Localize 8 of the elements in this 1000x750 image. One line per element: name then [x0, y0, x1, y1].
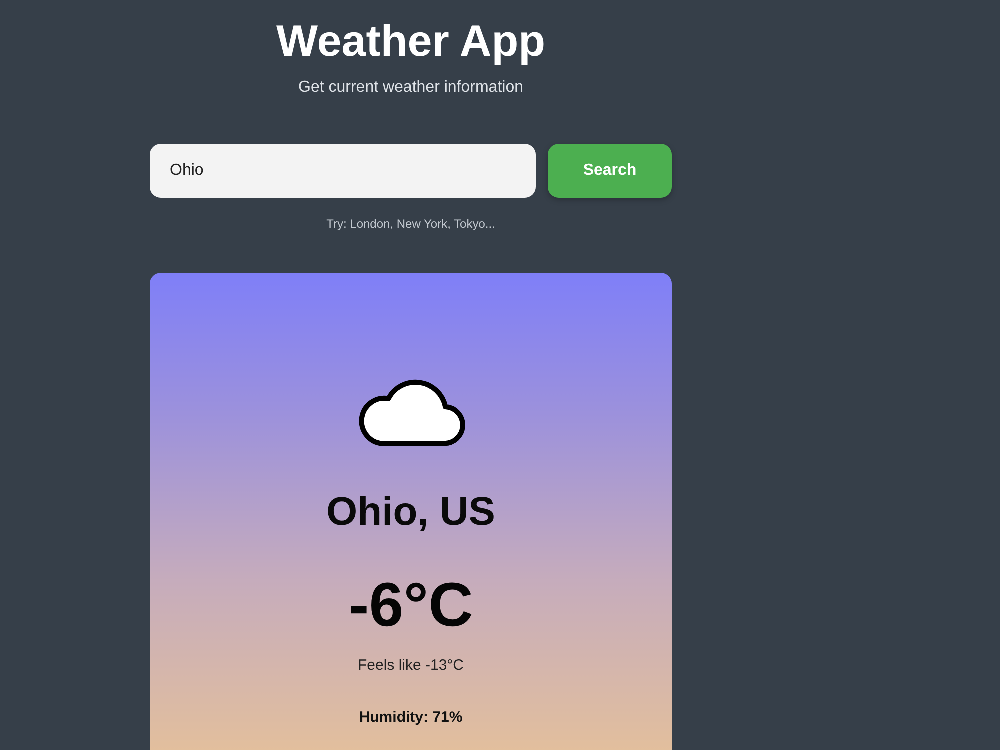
search-hint: Try: London, New York, Tokyo...	[326, 216, 496, 232]
feels-like-text: Feels like -13°C	[358, 656, 464, 676]
weather-detail: Humidity: 71%	[359, 708, 463, 728]
app-subtitle: Get current weather information	[298, 78, 524, 98]
location-name: Ohio, US	[326, 489, 496, 536]
temperature: -6°C	[348, 570, 474, 642]
city-input-field[interactable]: Ohio	[150, 144, 536, 198]
app-title: Weather App	[276, 16, 546, 68]
